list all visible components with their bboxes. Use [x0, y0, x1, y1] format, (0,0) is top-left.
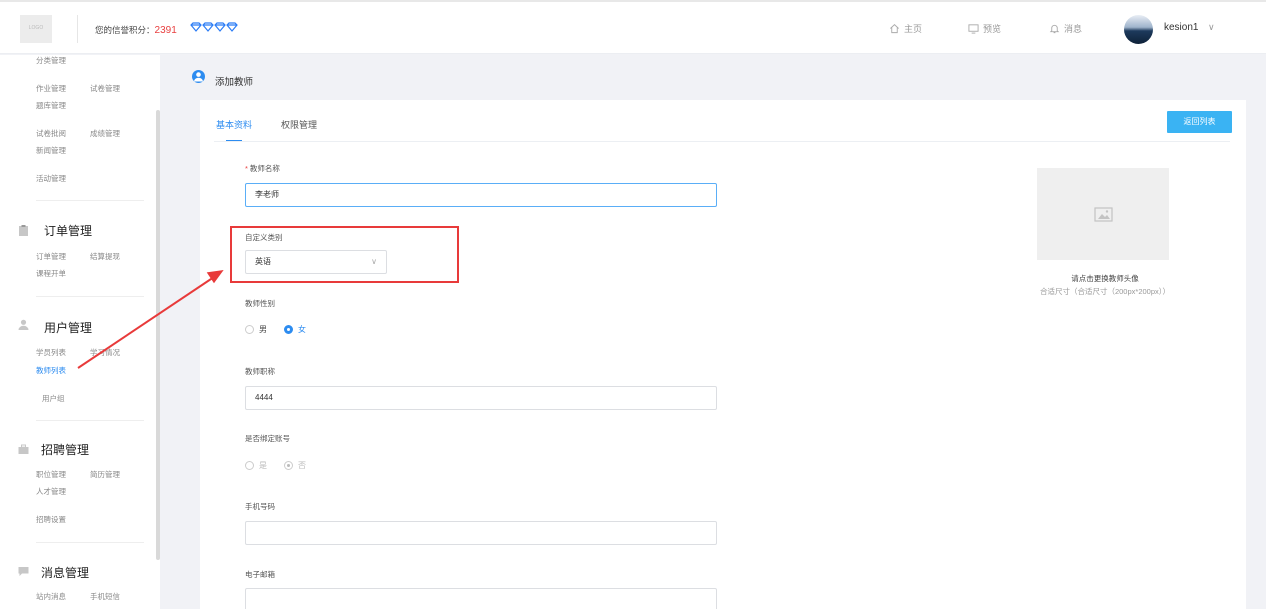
image-placeholder-icon: [1094, 207, 1113, 222]
user-avatar[interactable]: [1124, 15, 1153, 44]
sidebar-item-site-messages[interactable]: 站内消息: [36, 591, 66, 602]
sidebar-item-exam[interactable]: 试卷管理: [90, 83, 120, 94]
avatar-change-caption[interactable]: 请点击更换教师头像: [1005, 273, 1205, 284]
sidebar-item-user-groups[interactable]: 用户组: [42, 393, 65, 404]
sidebar-scrollbar[interactable]: [156, 110, 160, 560]
bind-account-label: 是否绑定账号: [245, 434, 290, 443]
sidebar-item-recruit-settings[interactable]: 招聘设置: [36, 514, 66, 525]
sidebar-item-talents[interactable]: 人才管理: [36, 486, 66, 497]
sidebar-divider: [36, 296, 144, 297]
phone-input[interactable]: [245, 521, 717, 545]
email-label: 电子邮箱: [245, 570, 275, 579]
sidebar-item-sms[interactable]: 手机短信: [90, 591, 120, 602]
sidebar-item-orders[interactable]: 订单管理: [36, 251, 66, 262]
gender-female-radio[interactable]: [284, 325, 293, 334]
tab-divider: [214, 141, 1230, 142]
teacher-name-input[interactable]: 李老师: [245, 183, 717, 207]
bind-yes-radio: [245, 461, 254, 470]
tab-basic-info[interactable]: 基本资料: [216, 118, 252, 131]
username[interactable]: kesion1: [1164, 22, 1198, 33]
sidebar-item-learning-status[interactable]: 学习情况: [90, 347, 120, 358]
bind-yes-label: 是: [259, 461, 267, 470]
bind-no-label: 否: [298, 461, 306, 470]
diamond-icon-group: [190, 22, 238, 32]
teacher-icon: [192, 70, 205, 83]
sidebar-section-orders[interactable]: 订单管理: [44, 222, 92, 239]
clipboard-icon: [19, 225, 28, 236]
monitor-icon: [968, 24, 979, 34]
gender-female-label[interactable]: 女: [298, 324, 306, 335]
nav-messages-label: 消息: [1064, 24, 1083, 34]
gender-radio-group: 男 女: [245, 324, 323, 335]
bind-no-radio: [284, 461, 293, 470]
sidebar-section-messages[interactable]: 消息管理: [41, 564, 89, 581]
nav-preview-label: 预览: [983, 24, 1002, 34]
logo[interactable]: LOGO: [20, 15, 52, 43]
chat-icon: [18, 567, 29, 576]
nav-home-label: 主页: [904, 24, 923, 34]
sidebar-item-news[interactable]: 新闻管理: [36, 145, 66, 156]
diamond-rank-icons: [190, 22, 238, 34]
teacher-name-label: * 教师名称: [245, 163, 280, 174]
sidebar-item-question-bank[interactable]: 题库管理: [36, 100, 66, 111]
sidebar-divider: [36, 420, 144, 421]
sidebar-item-teachers[interactable]: 教师列表: [36, 365, 66, 376]
sidebar-item-events[interactable]: 活动管理: [36, 173, 66, 184]
bell-icon: [1049, 24, 1060, 34]
sidebar-item-jobs[interactable]: 职位管理: [36, 469, 66, 480]
sidebar-item-students[interactable]: 学员列表: [36, 347, 66, 358]
sidebar-item-grading[interactable]: 试卷批阅: [36, 128, 66, 139]
gender-male-radio[interactable]: [245, 325, 254, 334]
required-mark: *: [245, 164, 248, 173]
sidebar-divider: [36, 200, 144, 201]
return-to-list-button[interactable]: 返回列表: [1167, 111, 1232, 133]
page-title: 添加教师: [215, 77, 254, 88]
avatar-size-hint: 合适尺寸（合适尺寸（200px*200px））: [1039, 287, 1171, 296]
sidebar-item-settlement[interactable]: 结算提现: [90, 251, 120, 262]
teacher-title-label: 教师职称: [245, 367, 275, 376]
sidebar-item-category[interactable]: 分类管理: [36, 55, 66, 66]
sidebar-divider: [36, 542, 144, 543]
home-icon: [890, 24, 899, 34]
tab-permissions[interactable]: 权限管理: [281, 118, 317, 131]
sidebar-section-users[interactable]: 用户管理: [44, 319, 92, 336]
email-input[interactable]: [245, 588, 717, 609]
sidebar-item-resumes[interactable]: 简历管理: [90, 469, 120, 480]
nav-messages[interactable]: 消息: [1049, 22, 1082, 35]
credit-label: 您的信誉积分：: [95, 25, 155, 35]
user-icon: [18, 319, 29, 330]
nav-preview[interactable]: 预览: [968, 22, 1001, 35]
sidebar-item-homework[interactable]: 作业管理: [36, 83, 66, 94]
top-header: LOGO 您的信誉积分：2391 主页 预览 消息 kesion1 ∨: [0, 0, 1266, 54]
header-divider: [77, 15, 78, 43]
credit-score: 您的信誉积分：2391: [95, 24, 177, 36]
gender-male-label[interactable]: 男: [259, 324, 267, 335]
nav-home[interactable]: 主页: [889, 22, 922, 35]
sidebar-item-course-order[interactable]: 课程开单: [36, 268, 66, 279]
briefcase-icon: [18, 444, 29, 454]
credit-value: 2391: [154, 25, 177, 36]
teacher-title-input[interactable]: 4444: [245, 386, 717, 410]
avatar-upload-box[interactable]: [1037, 168, 1169, 260]
bind-account-radio-group: 是 否: [245, 460, 323, 471]
gender-label: 教师性别: [245, 299, 275, 308]
sidebar-item-scores[interactable]: 成绩管理: [90, 128, 120, 139]
form-card: 基本资料 权限管理 返回列表 * 教师名称 李老师 自定义类别 英语 ∨ 教师性别…: [200, 100, 1246, 609]
highlight-annotation-box: [230, 226, 459, 283]
teacher-name-label-text: 教师名称: [249, 164, 280, 173]
sidebar-section-recruitment[interactable]: 招聘管理: [41, 441, 89, 458]
sidebar: 分类管理 作业管理 试卷管理 题库管理 试卷批阅 成绩管理 新闻管理 活动管理 …: [0, 55, 160, 609]
chevron-down-icon[interactable]: ∨: [1208, 22, 1215, 33]
phone-label: 手机号码: [245, 502, 275, 511]
